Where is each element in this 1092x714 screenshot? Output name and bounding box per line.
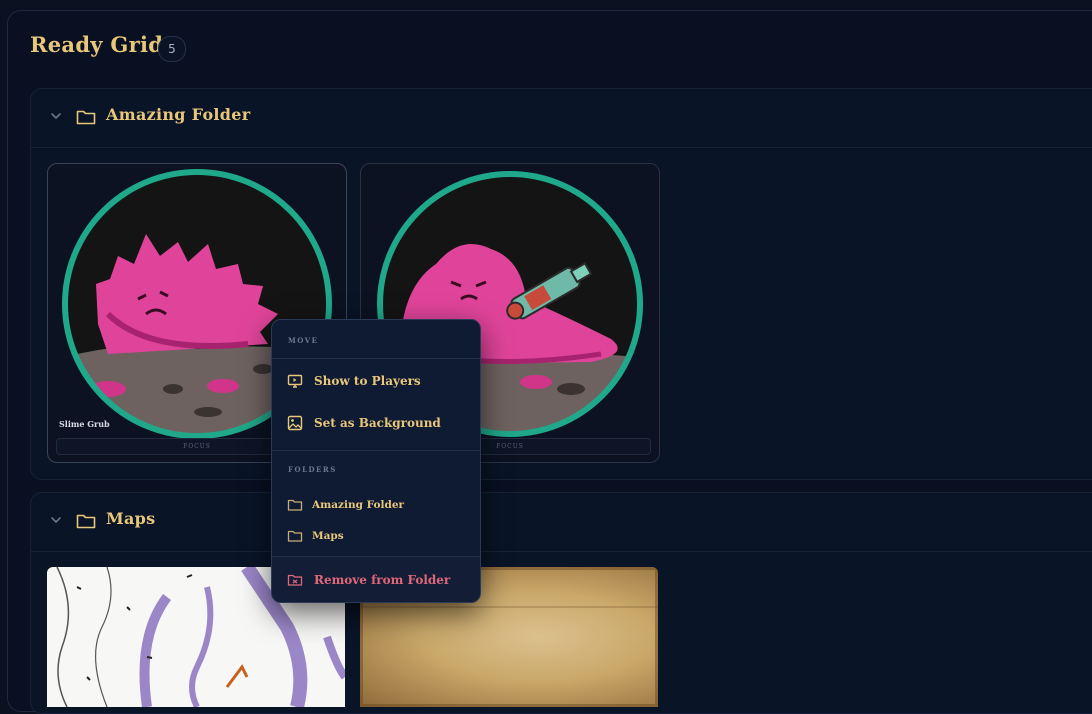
move-section-heading: MOVE [288,336,319,345]
context-menu: MOVE Show to Players Set as Background F… [271,319,481,603]
folder-option-label: Amazing Folder [312,499,405,511]
menu-divider [272,450,480,451]
folder-option-maps[interactable]: Maps [272,521,480,551]
folder-name: Amazing Folder [106,105,251,124]
folder-remove-icon [287,574,303,586]
folder-option-amazing[interactable]: Amazing Folder [272,490,480,520]
token-label: Slime Grub [59,419,110,429]
folders-section-heading: FOLDERS [288,465,337,474]
folder-name: Maps [106,509,156,528]
folder-icon [76,110,96,125]
remove-from-folder-item[interactable]: Remove from Folder [272,557,480,602]
chevron-down-icon[interactable] [49,109,63,123]
folder-header[interactable]: Amazing Folder [31,89,1092,148]
folder-icon [287,499,303,511]
show-to-players-item[interactable]: Show to Players [272,366,480,396]
set-as-background-item[interactable]: Set as Background [272,408,480,438]
item-count-badge: 5 [158,36,186,62]
folder-icon [76,514,96,529]
page-title: Ready Grid [30,32,164,57]
image-icon [287,415,303,431]
folder-option-label: Maps [312,530,344,542]
folder-icon [287,530,303,542]
monitor-icon [287,374,303,388]
folder-header[interactable]: Maps [31,493,1092,552]
set-as-background-label: Set as Background [314,416,441,430]
show-to-players-label: Show to Players [314,374,421,388]
chevron-down-icon[interactable] [49,513,63,527]
remove-from-folder-label: Remove from Folder [314,572,451,587]
menu-divider [272,358,480,359]
